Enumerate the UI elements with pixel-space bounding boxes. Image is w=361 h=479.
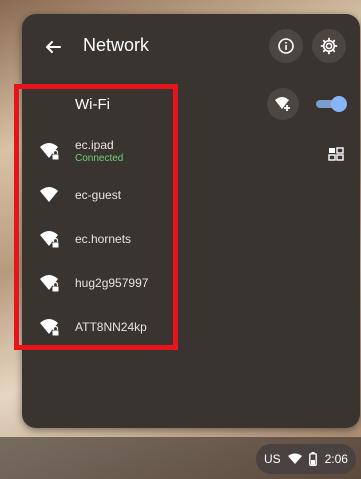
network-item-ec-hornets[interactable]: ec.hornets	[22, 218, 360, 262]
wifi-status-icon	[287, 453, 302, 464]
wifi-secured-icon	[40, 319, 60, 337]
add-wifi-icon	[275, 97, 290, 111]
page-title: Network	[83, 35, 150, 55]
network-item-hug2g957997[interactable]: hug2g957997	[22, 262, 360, 306]
info-icon	[278, 38, 294, 54]
network-name: ec.ipad	[75, 138, 114, 152]
network-name: hug2g957997	[75, 276, 149, 290]
network-panel: Network Wi-Fi ec.ipad Connected ec-guest…	[22, 14, 360, 428]
toggle-thumb	[331, 96, 347, 112]
wifi-toggle[interactable]	[314, 96, 347, 112]
network-item-ec-ipad[interactable]: ec.ipad Connected	[22, 130, 360, 174]
network-item-ec-guest[interactable]: ec-guest	[22, 174, 360, 218]
wifi-secured-icon	[40, 275, 60, 293]
wifi-title: Wi-Fi	[75, 96, 110, 113]
network-item-att8nn24kp[interactable]: ATT8NN24kp	[22, 306, 360, 350]
gear-icon	[320, 37, 338, 55]
wifi-header-row: Wi-Fi	[22, 84, 360, 124]
network-details-icon[interactable]	[328, 146, 344, 162]
panel-header: Network	[22, 14, 360, 78]
wifi-icon	[40, 187, 58, 202]
info-button[interactable]	[269, 29, 303, 63]
network-status: Connected	[75, 153, 124, 164]
clock-time: 2:06	[324, 452, 348, 466]
network-name: ec.hornets	[75, 232, 132, 246]
battery-icon	[309, 452, 318, 466]
wifi-secured-icon	[40, 231, 60, 249]
add-network-button[interactable]	[267, 88, 299, 120]
status-tray[interactable]: US 2:06	[256, 444, 356, 474]
locale-label: US	[264, 452, 281, 466]
arrow-left-icon	[46, 41, 61, 53]
network-name: ATT8NN24kp	[75, 320, 147, 334]
back-button[interactable]	[39, 33, 67, 61]
wifi-secured-icon	[40, 143, 60, 161]
network-name: ec-guest	[75, 188, 122, 202]
settings-button[interactable]	[312, 29, 346, 63]
